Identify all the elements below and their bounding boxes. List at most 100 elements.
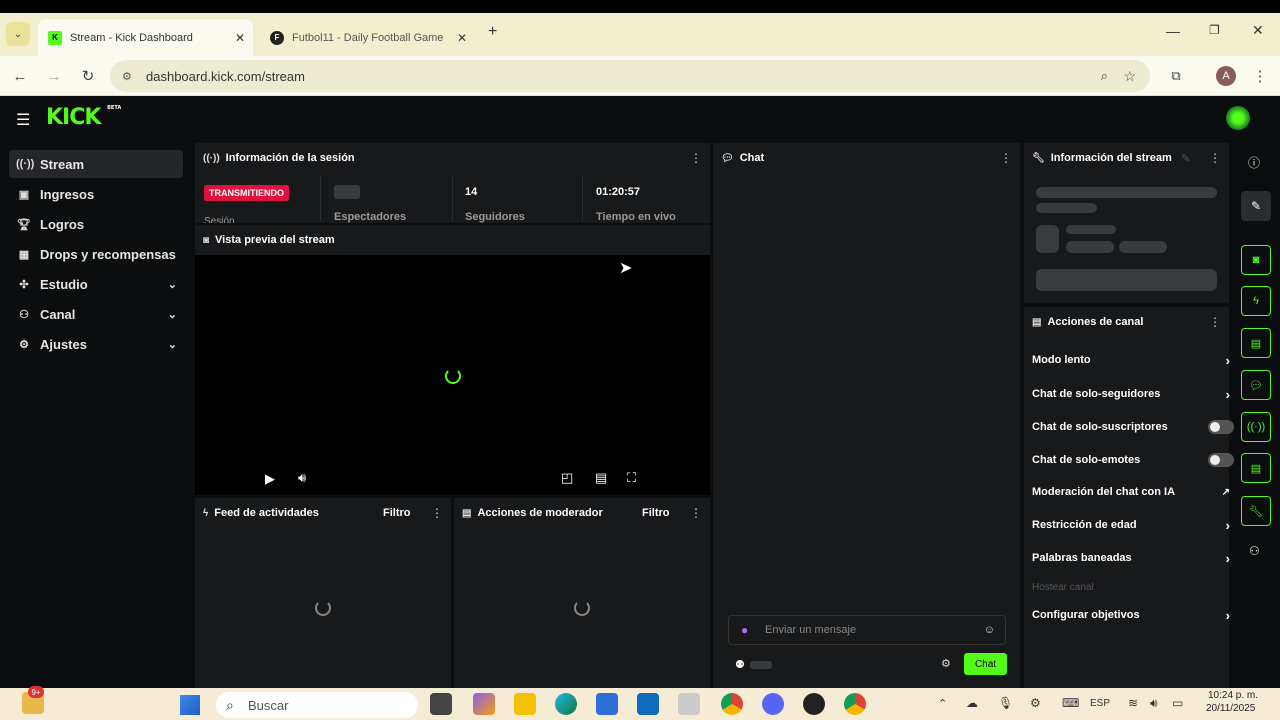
sidebar-item-ajustes[interactable]: ⚙ Ajustes ⌄ <box>9 330 183 358</box>
bookmark-star-icon[interactable]: ☆ <box>1123 68 1136 85</box>
zoom-icon[interactable]: ⌕ <box>1101 68 1108 84</box>
restore-button[interactable]: ❐ <box>1209 23 1220 37</box>
panel-header: ▤ Acciones de moderador <box>454 498 710 528</box>
stream-preview-panel: ◙ Vista previa del stream ▶ 🔊︎ ◰ ▤ ⛶ <box>195 225 710 495</box>
toggle-switch[interactable] <box>1208 420 1234 434</box>
clock-time[interactable]: 10:24 p. m. <box>1208 690 1258 701</box>
chat-user-placeholder <box>750 661 772 669</box>
site-info-icon[interactable]: ⚙ <box>122 70 132 83</box>
language-indicator[interactable]: ESP <box>1090 698 1110 709</box>
chat-message-input[interactable]: ● Enviar un mensaje ☺ <box>728 615 1006 645</box>
close-tab-icon[interactable]: ✕ <box>235 31 245 45</box>
send-chat-button[interactable]: Chat <box>964 653 1007 675</box>
browser-menu-icon[interactable]: ⋮ <box>1250 66 1270 86</box>
tab-kick-dashboard[interactable]: K Stream - Kick Dashboard ✕ <box>38 19 253 56</box>
channel-action-slow-mode[interactable]: Modo lento › <box>1032 350 1230 370</box>
keyboard-tray-icon[interactable]: ⌨ <box>1062 696 1079 710</box>
pip-button[interactable]: ◰ <box>561 470 573 486</box>
filter-button[interactable]: Filtro <box>383 507 411 519</box>
task-view-icon[interactable] <box>430 693 452 715</box>
sidebar-item-estudio[interactable]: ✣ Estudio ⌄ <box>9 270 183 298</box>
chat-tool-icon[interactable]: 💬︎ <box>1241 370 1271 400</box>
microphone-tray-icon[interactable]: 🎙︎ <box>998 696 1013 710</box>
filter-button[interactable]: Filtro <box>642 507 670 519</box>
obs-icon[interactable] <box>803 693 825 715</box>
info-icon[interactable]: ⓘ <box>1248 154 1260 171</box>
preview-tool-icon[interactable]: ◙ <box>1241 245 1271 275</box>
discord-icon[interactable] <box>762 693 784 715</box>
more-options-icon[interactable]: ⋮ <box>690 151 702 165</box>
theater-mode-button[interactable]: ▤ <box>595 470 607 486</box>
tray-chevron-icon[interactable]: ⌃ <box>938 697 947 710</box>
back-button[interactable]: ← <box>10 66 30 86</box>
battery-icon[interactable]: ▭ <box>1172 696 1183 710</box>
channel-action-followers-only[interactable]: Chat de solo-seguidores › <box>1032 384 1230 404</box>
channel-action-ai-moderation[interactable]: Moderación del chat con IA ↗ <box>1032 482 1230 502</box>
sidebar-item-drops[interactable]: ▦ Drops y recompensas <box>9 240 183 268</box>
action-label: Modo lento <box>1032 354 1091 366</box>
channel-action-emotes-only[interactable]: Chat de solo-emotes <box>1032 450 1234 470</box>
channel-actions-tool-icon[interactable]: ▤ <box>1241 453 1271 483</box>
action-label: Hostear canal <box>1032 581 1094 593</box>
chrome-profile-icon[interactable] <box>844 693 866 715</box>
edit-tool-button[interactable]: ✎ <box>1241 191 1271 221</box>
user-avatar[interactable] <box>1226 106 1250 130</box>
more-options-icon[interactable]: ⋮ <box>690 506 702 520</box>
play-button[interactable]: ▶ <box>265 471 275 487</box>
toggle-switch[interactable] <box>1208 453 1234 467</box>
sidebar-item-stream[interactable]: ((·)) Stream <box>9 150 183 178</box>
channel-action-age-restriction[interactable]: Restricción de edad › <box>1032 515 1230 535</box>
close-window-button[interactable]: ✕ <box>1252 22 1264 39</box>
lightning-tool-icon[interactable]: ϟ <box>1241 286 1271 316</box>
kick-logo[interactable]: KICK BETA <box>46 105 121 130</box>
channel-action-banned-words[interactable]: Palabras baneadas › <box>1032 548 1230 568</box>
fullscreen-button[interactable]: ⛶ <box>627 470 636 486</box>
volume-tray-icon[interactable]: 🔊︎ <box>1150 696 1158 711</box>
tab-futbol11[interactable]: F Futbol11 - Daily Football Game ✕ <box>260 19 475 56</box>
sidebar-item-logros[interactable]: 🏆︎ Logros <box>9 210 183 238</box>
microphone-icon[interactable]: ● <box>741 623 748 637</box>
broadcast-tool-icon[interactable]: ((·)) <box>1241 412 1271 442</box>
todo-icon[interactable] <box>678 693 700 715</box>
volume-button[interactable]: 🔊︎ <box>298 470 306 486</box>
chat-user-icon[interactable]: ⚉ <box>735 658 745 671</box>
new-tab-button[interactable]: + <box>488 23 497 41</box>
onedrive-icon[interactable]: ☁ <box>966 696 978 710</box>
wifi-icon[interactable]: ≋ <box>1128 696 1138 710</box>
chat-settings-icon[interactable]: ⚙ <box>941 657 951 670</box>
community-icon[interactable]: ⚇ <box>1249 544 1260 558</box>
close-tab-icon[interactable]: ✕ <box>457 31 467 45</box>
edit-pencil-icon[interactable]: ✎ <box>1181 152 1190 165</box>
channel-action-goals[interactable]: Configurar objetivos › <box>1032 605 1230 625</box>
sidebar-item-ingresos[interactable]: ▣ Ingresos <box>9 180 183 208</box>
file-explorer-icon[interactable] <box>514 693 536 715</box>
url-input[interactable]: ⚙ dashboard.kick.com/stream ⌕ ☆ <box>110 60 1150 92</box>
outlook-icon[interactable] <box>637 693 659 715</box>
chrome-app-icon[interactable] <box>721 693 743 715</box>
clock-date[interactable]: 20/11/2025 <box>1206 703 1262 715</box>
sidebar-item-canal[interactable]: ⚇ Canal ⌄ <box>9 300 183 328</box>
minimize-button[interactable]: — <box>1166 23 1180 39</box>
more-options-icon[interactable]: ⋮ <box>1209 315 1221 329</box>
store-icon[interactable] <box>596 693 618 715</box>
search-placeholder: Buscar <box>248 697 289 713</box>
start-button[interactable] <box>180 695 200 715</box>
settings-tray-icon[interactable]: ⚙ <box>1030 696 1041 710</box>
taskbar-search[interactable]: ⌕ Buscar <box>216 692 418 718</box>
profile-avatar[interactable]: A <box>1216 66 1236 86</box>
hamburger-menu-icon[interactable]: ☰ <box>16 110 30 130</box>
more-options-icon[interactable]: ⋮ <box>1209 151 1221 165</box>
extensions-icon[interactable]: ⧉ <box>1166 66 1186 86</box>
more-options-icon[interactable]: ⋮ <box>1000 151 1012 165</box>
channel-action-subscribers-only[interactable]: Chat de solo-suscriptores <box>1032 417 1234 437</box>
copilot-icon[interactable] <box>473 693 495 715</box>
notes-tool-icon[interactable]: ▤ <box>1241 328 1271 358</box>
more-options-icon[interactable]: ⋮ <box>431 506 443 520</box>
emote-icon[interactable]: ☺ <box>984 624 995 636</box>
wrench-tool-icon[interactable]: 🔧︎ <box>1241 496 1271 526</box>
badge-text: 9+ <box>31 687 41 697</box>
tab-search-button[interactable]: ⌄ <box>6 22 30 46</box>
reload-button[interactable]: ↻ <box>78 66 98 86</box>
edge-icon[interactable] <box>555 693 577 715</box>
forward-button[interactable]: → <box>44 66 64 86</box>
